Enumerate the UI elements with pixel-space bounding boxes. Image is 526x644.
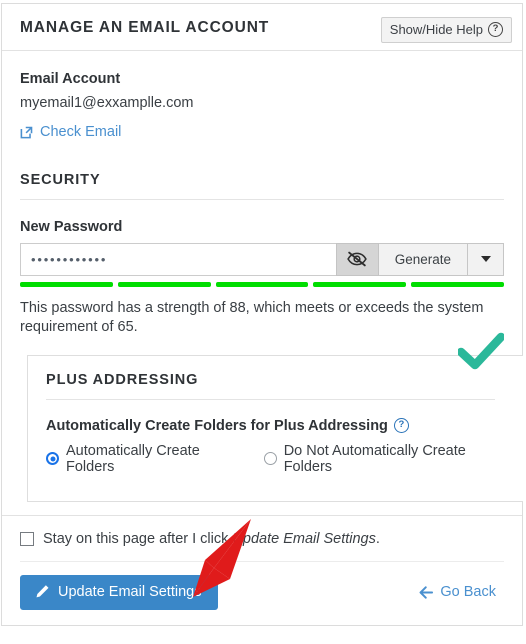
auto-create-folders-label: Automatically Create Folders for Plus Ad… [46, 418, 509, 434]
stay-on-page-suffix: . [375, 530, 380, 547]
external-link-icon [20, 126, 33, 139]
radio-option-do-not-automatically-create-folders[interactable]: Do Not Automatically Create Folders [263, 442, 509, 475]
stay-on-page-text: Stay on this page after I click Update E… [43, 531, 380, 547]
toggle-password-visibility-button[interactable] [335, 242, 379, 276]
pencil-icon [36, 585, 49, 598]
update-email-settings-button[interactable]: Update Email Settings [20, 574, 219, 610]
chevron-down-icon [480, 256, 491, 262]
question-circle-icon[interactable]: ? [393, 418, 409, 433]
check-email-link[interactable]: Check Email [20, 124, 121, 140]
email-account-value: myemail1@exxamplle.com [20, 95, 194, 111]
show-hide-help-button[interactable]: Show/Hide Help ? [380, 17, 512, 43]
strength-segment [20, 281, 113, 287]
email-account-label: Email Account [20, 71, 121, 87]
radio-label: Do Not Automatically Create Folders [283, 442, 466, 475]
action-row: Update Email Settings Go Back [20, 562, 504, 625]
stay-on-page-checkbox[interactable] [20, 531, 34, 546]
strength-segment [117, 281, 211, 287]
show-hide-help-label: Show/Hide Help [389, 22, 483, 37]
arrow-left-icon [419, 585, 434, 599]
auto-create-folders-radio-group: Automatically Create Folders Do Not Auto… [46, 443, 509, 475]
radio-option-automatically-create-folders[interactable]: Automatically Create Folders [46, 443, 245, 475]
security-section-title: SECURITY [20, 172, 504, 200]
update-email-settings-label: Update Email Settings [58, 583, 202, 600]
stay-on-page-row: Stay on this page after I click Update E… [20, 516, 504, 562]
stay-on-page-prefix: Stay on this page after I click [43, 530, 233, 547]
card-header: MANAGE AN EMAIL ACCOUNT Show/Hide Help ? [2, 4, 522, 51]
question-circle-icon: ? [488, 22, 503, 37]
stay-on-page-emphasis: Update Email Settings [232, 530, 376, 547]
auto-create-folders-label-text: Automatically Create Folders for Plus Ad… [46, 417, 388, 434]
radio-indicator [46, 452, 59, 465]
plus-addressing-panel: PLUS ADDRESSING Automatically Create Fol… [27, 354, 523, 502]
security-section: SECURITY New Password Generate [20, 172, 504, 337]
radio-indicator [263, 452, 277, 465]
card-body: Email Account myemail1@exxamplle.com Che… [2, 71, 523, 502]
radio-label: Automatically Create Folders [66, 442, 200, 475]
strength-segment [411, 281, 504, 287]
go-back-link[interactable]: Go Back [419, 584, 496, 600]
card-footer: Stay on this page after I click Update E… [2, 514, 522, 625]
go-back-label: Go Back [440, 584, 496, 600]
strength-segment [215, 281, 309, 287]
page-root: MANAGE AN EMAIL ACCOUNT Show/Hide Help ?… [0, 0, 526, 644]
page-title: MANAGE AN EMAIL ACCOUNT [20, 19, 270, 36]
generate-options-dropdown-button[interactable] [468, 242, 504, 276]
check-email-label: Check Email [40, 124, 122, 140]
eye-slash-icon [347, 251, 368, 267]
password-input[interactable] [20, 242, 336, 276]
generate-password-button[interactable]: Generate [378, 242, 468, 276]
plus-addressing-section-title: PLUS ADDRESSING [46, 356, 495, 400]
password-valid-check-mark-icon [458, 332, 504, 370]
new-password-label: New Password [20, 218, 123, 235]
generate-label: Generate [394, 251, 451, 267]
password-strength-message: This password has a strength of 88, whic… [20, 299, 484, 335]
password-strength-meter [20, 281, 504, 287]
manage-email-account-card: MANAGE AN EMAIL ACCOUNT Show/Hide Help ?… [1, 3, 523, 626]
strength-segment [313, 281, 407, 287]
password-input-group: Generate [20, 242, 504, 276]
